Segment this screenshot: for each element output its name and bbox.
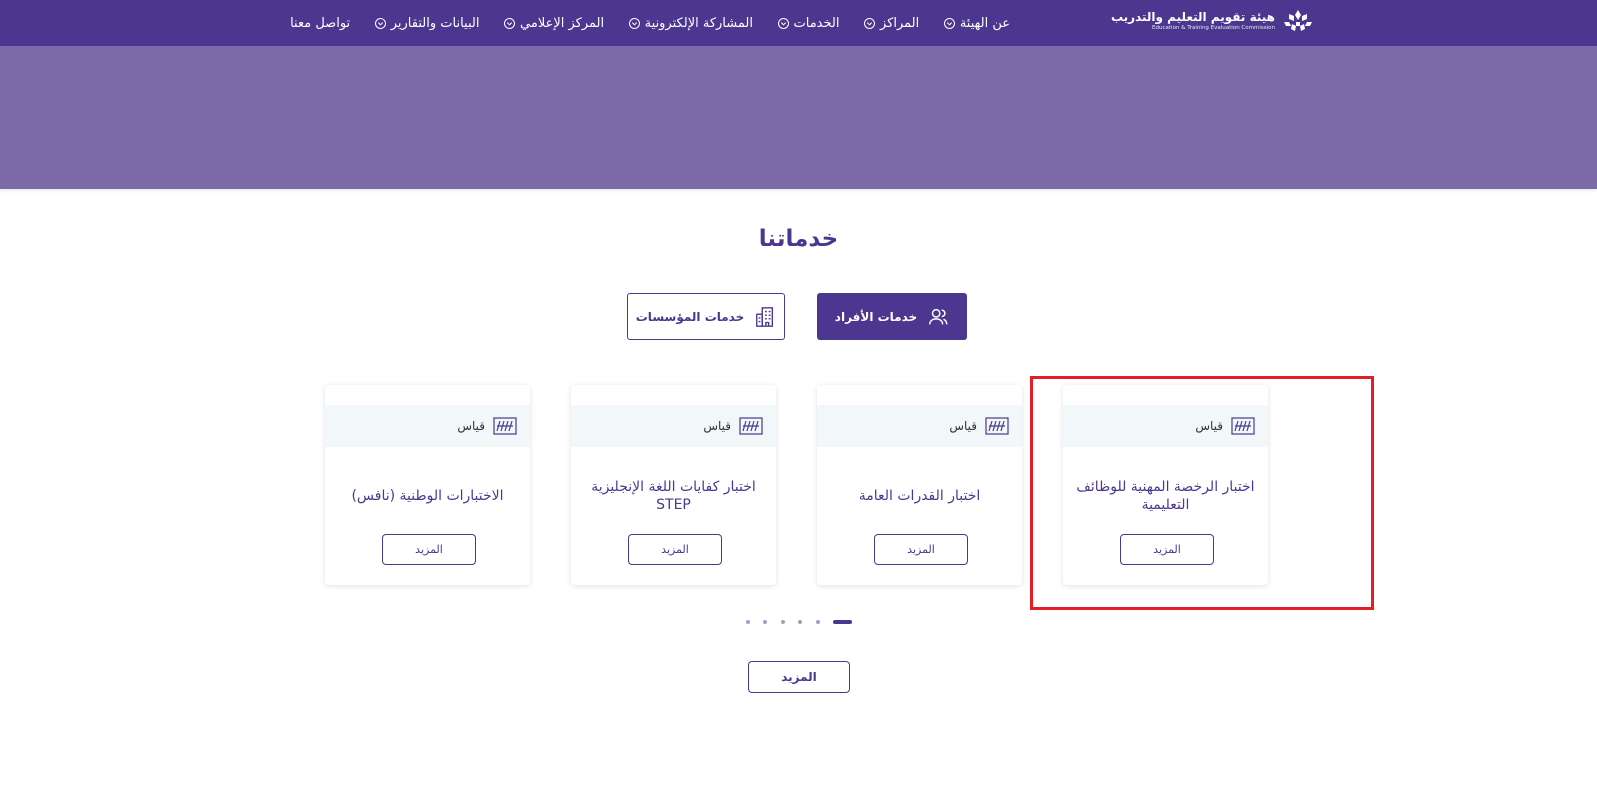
nav-item-label: البيانات والتقارير [390,15,480,31]
service-card: قياس اختبار الرخصة المهنية للوظائف التعل… [1063,385,1268,585]
qiyas-logo-icon [739,417,763,435]
chevron-down-icon [628,17,640,29]
nav-item-label: عن الهيئة [959,15,1010,31]
nav-item-contact[interactable]: تواصل معنا [290,16,350,31]
tab-label: خدمات المؤسسات [635,309,745,324]
card-badge-label: قياس [949,419,977,433]
nav-item-label: تواصل معنا [290,15,351,31]
chevron-down-icon [374,17,386,29]
card-title: اختبار الرخصة المهنية للوظائف التعليمية [1076,479,1255,513]
carousel-dot-active[interactable] [832,620,852,624]
nav-item-about[interactable]: عن الهيئة [943,15,1010,31]
nav-item-centers[interactable]: المراكز [864,16,919,31]
users-icon [929,308,948,324]
card-header: قياس [571,405,776,447]
top-navbar: هيئة تقويم التعليم والتدريب Education & … [0,0,1597,46]
nav-item-e-participation[interactable]: المشاركة الإلكترونية [628,15,753,31]
more-services-button[interactable]: المزيد [748,661,850,693]
card-badge-label: قياس [1195,419,1223,433]
brand-name-ar: هيئة تقويم التعليم والتدريب [1110,10,1275,24]
nav-item-label: المشاركة الإلكترونية [644,15,753,31]
card-more-button[interactable]: المزيد [628,534,722,565]
brand-logo-link[interactable]: هيئة تقويم التعليم والتدريب Education & … [1111,6,1315,38]
carousel-dot[interactable] [746,620,750,624]
carousel-dot[interactable] [780,620,785,624]
chevron-down-icon [504,17,516,29]
building-icon [756,306,774,327]
chevron-down-icon [777,17,789,29]
carousel-dot[interactable] [763,620,768,624]
card-badge-label: قياس [703,419,731,433]
card-badge-label: قياس [457,419,485,433]
card-more-button[interactable]: المزيد [382,534,476,565]
nav-item-media-center[interactable]: المركز الإعلامي [504,16,604,31]
brand-name-en: Education & Training Evaluation Commissi… [1152,25,1275,31]
card-title: اختبار القدرات العامة [858,488,981,504]
main-nav: عن الهيئة المراكز الخدمات المشاركة الإلك… [290,0,1010,46]
nav-item-label: المركز الإعلامي [520,15,605,31]
nav-item-data-reports[interactable]: البيانات والتقارير [374,15,480,31]
tab-label: خدمات الأفراد [834,309,918,324]
service-card: قياس الاختبارات الوطنية (نافس) المزيد [325,385,530,585]
card-header: قياس [325,405,530,447]
qiyas-logo-icon [985,417,1009,435]
service-card: قياس اختبار القدرات العامة المزيد [817,385,1022,585]
card-header: قياس [817,405,1022,447]
qiyas-logo-icon [493,417,517,435]
card-more-button[interactable]: المزيد [1120,534,1214,565]
carousel-pagination [746,618,852,626]
tab-individual-services[interactable]: خدمات الأفراد [817,293,967,340]
carousel-dot[interactable] [815,620,820,624]
nav-item-label: المراكز [880,15,920,31]
service-card: قياس اختبار كفايات اللغة الإنجليزية STEP… [571,385,776,585]
chevron-down-icon [943,17,955,29]
nav-item-label: الخدمات [793,15,840,31]
brand-text: هيئة تقويم التعليم والتدريب Education & … [1111,10,1275,32]
card-header: قياس [1063,405,1268,447]
tab-institution-services[interactable]: خدمات المؤسسات [627,293,785,340]
qiyas-logo-icon [1231,417,1255,435]
card-title: اختبار كفايات اللغة الإنجليزية STEP [591,479,756,513]
etec-logo-icon [1284,10,1312,31]
chevron-down-icon [864,17,876,29]
carousel-dot[interactable] [798,620,803,624]
card-title: الاختبارات الوطنية (نافس) [351,488,504,504]
section-title: خدماتنا [758,226,839,252]
nav-item-services[interactable]: الخدمات [777,15,840,31]
card-more-button[interactable]: المزيد [874,534,968,565]
hero-banner [0,46,1597,189]
